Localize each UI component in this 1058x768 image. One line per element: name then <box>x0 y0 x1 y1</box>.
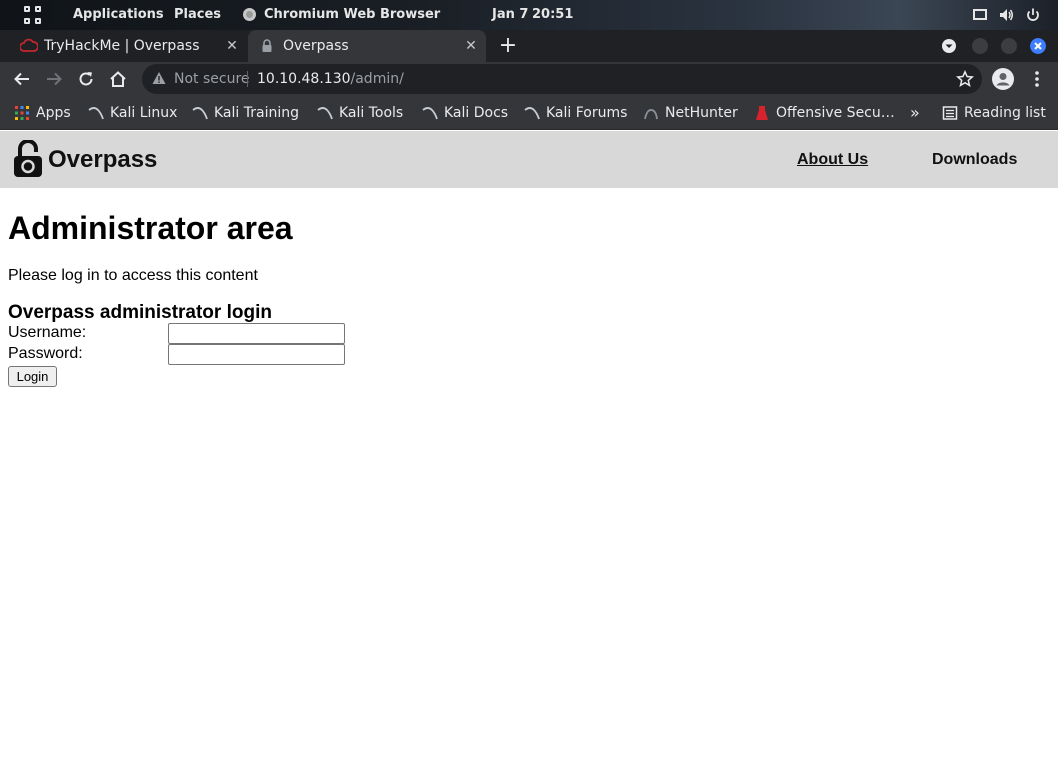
reading-list-label: Reading list <box>964 105 1046 121</box>
bookmark-label: Apps <box>36 105 71 121</box>
kali-dragon-icon <box>317 107 333 120</box>
volume-icon[interactable] <box>998 7 1014 23</box>
screen-icon[interactable] <box>972 7 988 23</box>
bookmark-label: Kali Training <box>214 105 299 121</box>
tab-title: Overpass <box>283 38 349 54</box>
site-name[interactable]: Overpass <box>48 146 157 174</box>
tab-close-icon[interactable]: ✕ <box>464 39 478 53</box>
kali-dragon-icon <box>524 107 540 120</box>
bookmark-kali-training[interactable]: Kali Training <box>192 104 299 122</box>
bookmark-apps[interactable]: Apps <box>14 104 71 122</box>
bookmarks-bar: Apps Kali Linux Kali Training Kali Tools… <box>0 96 1058 130</box>
reading-list-icon <box>942 106 958 120</box>
clock-time[interactable]: 20:51 <box>532 7 573 23</box>
offsec-icon <box>756 106 768 120</box>
clock-date[interactable]: Jan 7 <box>492 7 528 23</box>
password-row: Password: <box>8 344 348 365</box>
applications-menu[interactable]: Applications <box>73 7 164 23</box>
navigation-toolbar: Not secure 10.10.48.130/admin/ <box>0 62 1058 96</box>
kali-dragon-icon <box>192 107 208 120</box>
url-text[interactable]: 10.10.48.130/admin/ <box>257 71 404 87</box>
bookmark-kali-tools[interactable]: Kali Tools <box>317 104 403 122</box>
address-bar[interactable]: Not secure 10.10.48.130/admin/ <box>142 64 982 94</box>
bookmark-label: Kali Forums <box>546 105 628 121</box>
web-page: Overpass About Us Downloads Administrato… <box>0 131 1058 768</box>
bookmark-nethunter[interactable]: NetHunter <box>643 104 738 122</box>
warning-triangle-icon[interactable] <box>152 71 166 85</box>
site-header: Overpass About Us Downloads <box>0 131 1058 188</box>
reading-list-button[interactable]: Reading list <box>942 104 1046 122</box>
back-arrow-icon[interactable] <box>13 70 31 88</box>
bookmarks-overflow-chevron-icon[interactable]: » <box>910 104 920 122</box>
url-host: 10.10.48.130 <box>257 71 351 87</box>
bookmark-label: Kali Linux <box>110 105 178 121</box>
tab-title: TryHackMe | Overpass <box>44 38 200 54</box>
power-icon[interactable] <box>1025 7 1041 23</box>
login-form-title: Overpass administrator login <box>8 302 272 323</box>
page-title: Administrator area <box>8 210 293 246</box>
active-app-label[interactable]: Chromium Web Browser <box>264 7 440 23</box>
not-secure-label[interactable]: Not secure <box>174 71 250 87</box>
bookmark-label: NetHunter <box>665 105 738 121</box>
apps-grid-icon <box>15 106 29 120</box>
tab-overpass[interactable]: Overpass ✕ <box>248 30 486 62</box>
kali-dragon-icon <box>88 107 104 120</box>
open-padlock-logo-icon[interactable] <box>12 140 44 178</box>
places-menu[interactable]: Places <box>174 7 221 23</box>
chromium-icon <box>243 8 256 21</box>
forward-arrow-icon[interactable] <box>45 70 63 88</box>
home-icon[interactable] <box>109 70 127 88</box>
window-close-icon[interactable] <box>1030 38 1046 54</box>
nav-downloads-link[interactable]: Downloads <box>932 150 1017 170</box>
tab-search-dropdown-icon[interactable] <box>941 38 957 54</box>
bookmark-kali-docs[interactable]: Kali Docs <box>422 104 508 122</box>
nethunter-icon <box>644 109 658 120</box>
bookmark-label: Offensive Secu… <box>776 105 895 121</box>
login-button[interactable]: Login <box>8 366 57 387</box>
kali-dragon-icon <box>422 107 438 120</box>
bookmark-star-icon[interactable] <box>956 70 974 88</box>
maximize-button[interactable] <box>1001 38 1017 54</box>
bookmark-kali-linux[interactable]: Kali Linux <box>88 104 177 122</box>
nav-about-us-link[interactable]: About Us <box>797 150 868 170</box>
app-grid-icon[interactable] <box>24 6 42 24</box>
bookmark-label: Kali Docs <box>444 105 509 121</box>
lock-favicon-icon <box>262 39 272 52</box>
system-top-bar: Applications Places Chromium Web Browser… <box>0 0 1058 30</box>
username-field[interactable] <box>168 323 345 344</box>
profile-avatar-icon[interactable] <box>992 68 1014 90</box>
password-field[interactable] <box>168 344 345 365</box>
bookmark-kali-forums[interactable]: Kali Forums <box>524 104 627 122</box>
tryhackme-cloud-icon <box>20 38 38 52</box>
reload-icon[interactable] <box>77 70 95 88</box>
kebab-menu-icon[interactable] <box>1030 70 1044 88</box>
new-tab-plus-icon[interactable]: + <box>498 35 518 57</box>
omnibox-separator <box>247 71 248 87</box>
tab-tryhackme[interactable]: TryHackMe | Overpass ✕ <box>8 30 246 62</box>
bookmark-offensive-security[interactable]: Offensive Secu… <box>754 104 895 122</box>
tab-strip: TryHackMe | Overpass ✕ Overpass ✕ + <box>0 30 1058 62</box>
password-label: Password: <box>8 345 83 362</box>
tab-close-icon[interactable]: ✕ <box>225 39 239 53</box>
minimize-button[interactable] <box>972 38 988 54</box>
url-path: /admin/ <box>350 71 404 87</box>
bookmark-label: Kali Tools <box>339 105 404 121</box>
username-row: Username: <box>8 323 348 344</box>
intro-text: Please log in to access this content <box>8 267 258 284</box>
username-label: Username: <box>8 324 87 341</box>
